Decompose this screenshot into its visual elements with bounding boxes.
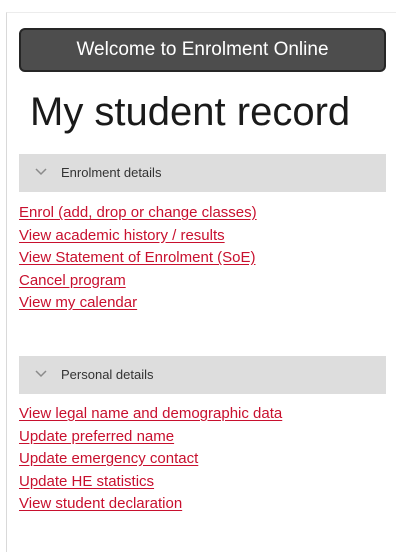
section-header-label: Personal details [61, 367, 154, 382]
section-header-label: Enrolment details [61, 165, 162, 180]
page-title: My student record [30, 90, 351, 134]
section-header-personal-details[interactable]: Personal details [19, 356, 386, 394]
list-item: View student declaration [19, 493, 282, 516]
link-academic-history[interactable]: View academic history / results [19, 227, 225, 244]
welcome-button[interactable]: Welcome to Enrolment Online [19, 28, 386, 72]
link-he-statistics[interactable]: Update HE statistics [19, 473, 154, 490]
list-item: View my calendar [19, 292, 257, 315]
list-item: View legal name and demographic data [19, 403, 282, 426]
personal-links-list: View legal name and demographic data Upd… [19, 403, 282, 516]
list-item: Update preferred name [19, 426, 282, 449]
list-item: Enrol (add, drop or change classes) [19, 202, 257, 225]
link-cancel-program[interactable]: Cancel program [19, 272, 126, 289]
link-legal-name[interactable]: View legal name and demographic data [19, 405, 282, 422]
link-my-calendar[interactable]: View my calendar [19, 294, 137, 311]
chevron-down-icon [35, 370, 47, 378]
section-header-enrolment-details[interactable]: Enrolment details [19, 154, 386, 192]
enrolment-links-list: Enrol (add, drop or change classes) View… [19, 202, 257, 315]
link-emergency-contact[interactable]: Update emergency contact [19, 450, 198, 467]
list-item: Cancel program [19, 270, 257, 293]
list-item: View Statement of Enrolment (SoE) [19, 247, 257, 270]
link-preferred-name[interactable]: Update preferred name [19, 428, 174, 445]
list-item: Update emergency contact [19, 448, 282, 471]
list-item: View academic history / results [19, 225, 257, 248]
chevron-down-icon [35, 168, 47, 176]
link-student-declaration[interactable]: View student declaration [19, 495, 182, 512]
link-enrol[interactable]: Enrol (add, drop or change classes) [19, 204, 257, 221]
link-statement-of-enrolment[interactable]: View Statement of Enrolment (SoE) [19, 249, 256, 266]
list-item: Update HE statistics [19, 471, 282, 494]
